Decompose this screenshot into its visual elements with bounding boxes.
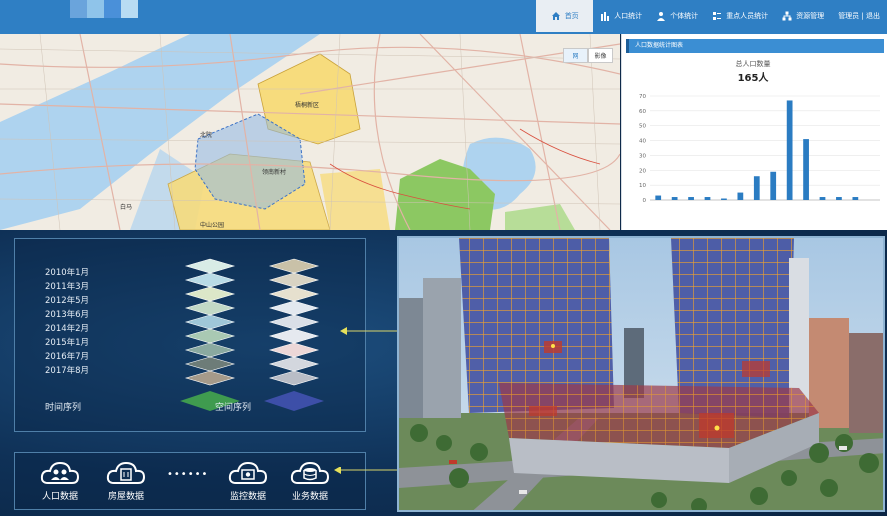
map-label-district: 梧桐新区 (295, 102, 320, 109)
nav-individual-label: 个体统计 (670, 12, 699, 20)
map-layer (184, 314, 236, 330)
3d-building-scene[interactable] (397, 236, 885, 512)
people-cloud-icon (40, 461, 80, 484)
map-layer (268, 300, 320, 316)
map-layer (268, 370, 320, 386)
nav-key-people-label: 重点人员统计 (726, 12, 769, 20)
nav-user-label: 管理员 | 退出 (838, 12, 880, 20)
data-fusion-area: 2010年1月 2011年3月 2012年5月 2013年6月 2014年2月 … (0, 230, 887, 516)
map-layer (184, 272, 236, 288)
map-layer (184, 328, 236, 344)
home-icon (551, 12, 560, 20)
building-cloud-icon (106, 461, 146, 484)
nav-key-people-stats[interactable]: 重点人员统计 (705, 0, 775, 32)
source-monitoring-label: 监控数据 (229, 492, 266, 502)
3d-scene-render (399, 238, 883, 510)
source-monitoring[interactable]: 监控数据 (219, 459, 277, 502)
map-layer (268, 286, 320, 302)
org-chart-icon (782, 11, 792, 21)
chart-bar[interactable] (786, 100, 793, 200)
nav-individual-stats[interactable]: 个体统计 (649, 0, 705, 32)
map-type-road-button[interactable]: 网 (563, 48, 588, 63)
chart-bar[interactable] (721, 198, 727, 200)
map-layer (184, 258, 236, 274)
time-layer-stack (180, 258, 240, 411)
population-bar-chart[interactable]: 0 10 20 30 40 50 60 70 (622, 34, 887, 230)
database-cloud-icon (290, 461, 330, 484)
base-layer (264, 391, 324, 411)
map-label-park: 中山公园 (200, 222, 225, 229)
main-nav: 首页 人口统计 个体统计 重点人员统计 资源管理 管理员 | 退出 (536, 0, 887, 32)
y-tick-label: 50 (639, 124, 646, 130)
population-icon (601, 12, 610, 21)
chart-bar[interactable] (819, 197, 826, 200)
chart-bar[interactable] (770, 171, 777, 200)
map-layer (268, 356, 320, 372)
map-layer (268, 342, 320, 358)
source-housing-label: 房屋数据 (107, 492, 144, 502)
nav-resource-management[interactable]: 资源管理 (775, 0, 831, 32)
map-layer (184, 342, 236, 358)
chart-bar[interactable] (753, 176, 760, 200)
camera-cloud-icon (228, 461, 268, 484)
chart-bar[interactable] (836, 197, 842, 200)
chart-bar[interactable] (737, 192, 744, 200)
map-label-north: 北院 (200, 132, 213, 139)
y-tick-label: 0 (643, 198, 647, 204)
map-type-satellite-button[interactable]: 影像 (588, 48, 613, 63)
person-icon (657, 12, 666, 21)
nav-home-label: 首页 (564, 12, 579, 20)
map-layer (268, 328, 320, 344)
space-layer-stack (264, 258, 324, 411)
source-business[interactable]: 业务数据 (281, 459, 339, 502)
map-layer (184, 370, 236, 386)
chart-bar[interactable] (803, 139, 809, 200)
source-population-label: 人口数据 (41, 492, 78, 502)
map-label-baima: 白马 (120, 204, 133, 211)
chart-bar[interactable] (852, 197, 859, 200)
y-tick-label: 40 (639, 139, 646, 145)
population-chart-panel: 人口数据统计图表 总人口数量 165人 0 10 20 30 40 50 60 70 (621, 34, 887, 230)
source-housing[interactable]: 房屋数据 (97, 459, 155, 502)
nav-resource-label: 资源管理 (796, 12, 825, 20)
nav-population-label: 人口统计 (614, 12, 643, 20)
sources-ellipsis: •••••• (167, 469, 209, 480)
nav-home[interactable]: 首页 (536, 0, 594, 32)
map-label-village: 领南新村 (262, 169, 287, 176)
space-sequence-caption: 空间序列 (215, 403, 252, 413)
map-layer (184, 286, 236, 302)
key-people-icon (713, 12, 722, 20)
time-sequence-caption: 时间序列 (45, 403, 82, 413)
data-sources-panel: 人口数据 房屋数据 •••••• 监控数据 业务数据 (14, 452, 366, 510)
chart-bar[interactable] (688, 197, 694, 200)
y-tick-label: 20 (639, 168, 646, 174)
map-type-toggle: 网 影像 (563, 48, 613, 63)
y-tick-label: 70 (639, 94, 646, 100)
logo (70, 0, 138, 18)
chart-bar[interactable] (671, 197, 678, 200)
map-canvas (0, 34, 620, 230)
nav-user-logout[interactable]: 管理员 | 退出 (831, 0, 887, 32)
nav-population-stats[interactable]: 人口统计 (593, 0, 649, 32)
y-tick-label: 60 (639, 109, 646, 115)
connector-sequence (340, 327, 398, 335)
source-population[interactable]: 人口数据 (31, 459, 89, 502)
map-layer (184, 300, 236, 316)
top-navbar: 首页 人口统计 个体统计 重点人员统计 资源管理 管理员 | 退出 (0, 0, 887, 34)
y-tick-label: 30 (639, 153, 646, 159)
sequence-panel: 2010年1月 2011年3月 2012年5月 2013年6月 2014年2月 … (14, 238, 366, 432)
map-layer (184, 356, 236, 372)
map-layer (268, 258, 320, 274)
y-tick-label: 10 (639, 183, 646, 189)
map-layer (268, 272, 320, 288)
city-map[interactable]: 梧桐新区 领南新村 北院 白马 中山公园 网 影像 (0, 34, 620, 230)
chart-bar[interactable] (704, 197, 711, 200)
chart-bar[interactable] (655, 195, 662, 200)
map-layer (268, 314, 320, 330)
source-business-label: 业务数据 (291, 492, 328, 502)
